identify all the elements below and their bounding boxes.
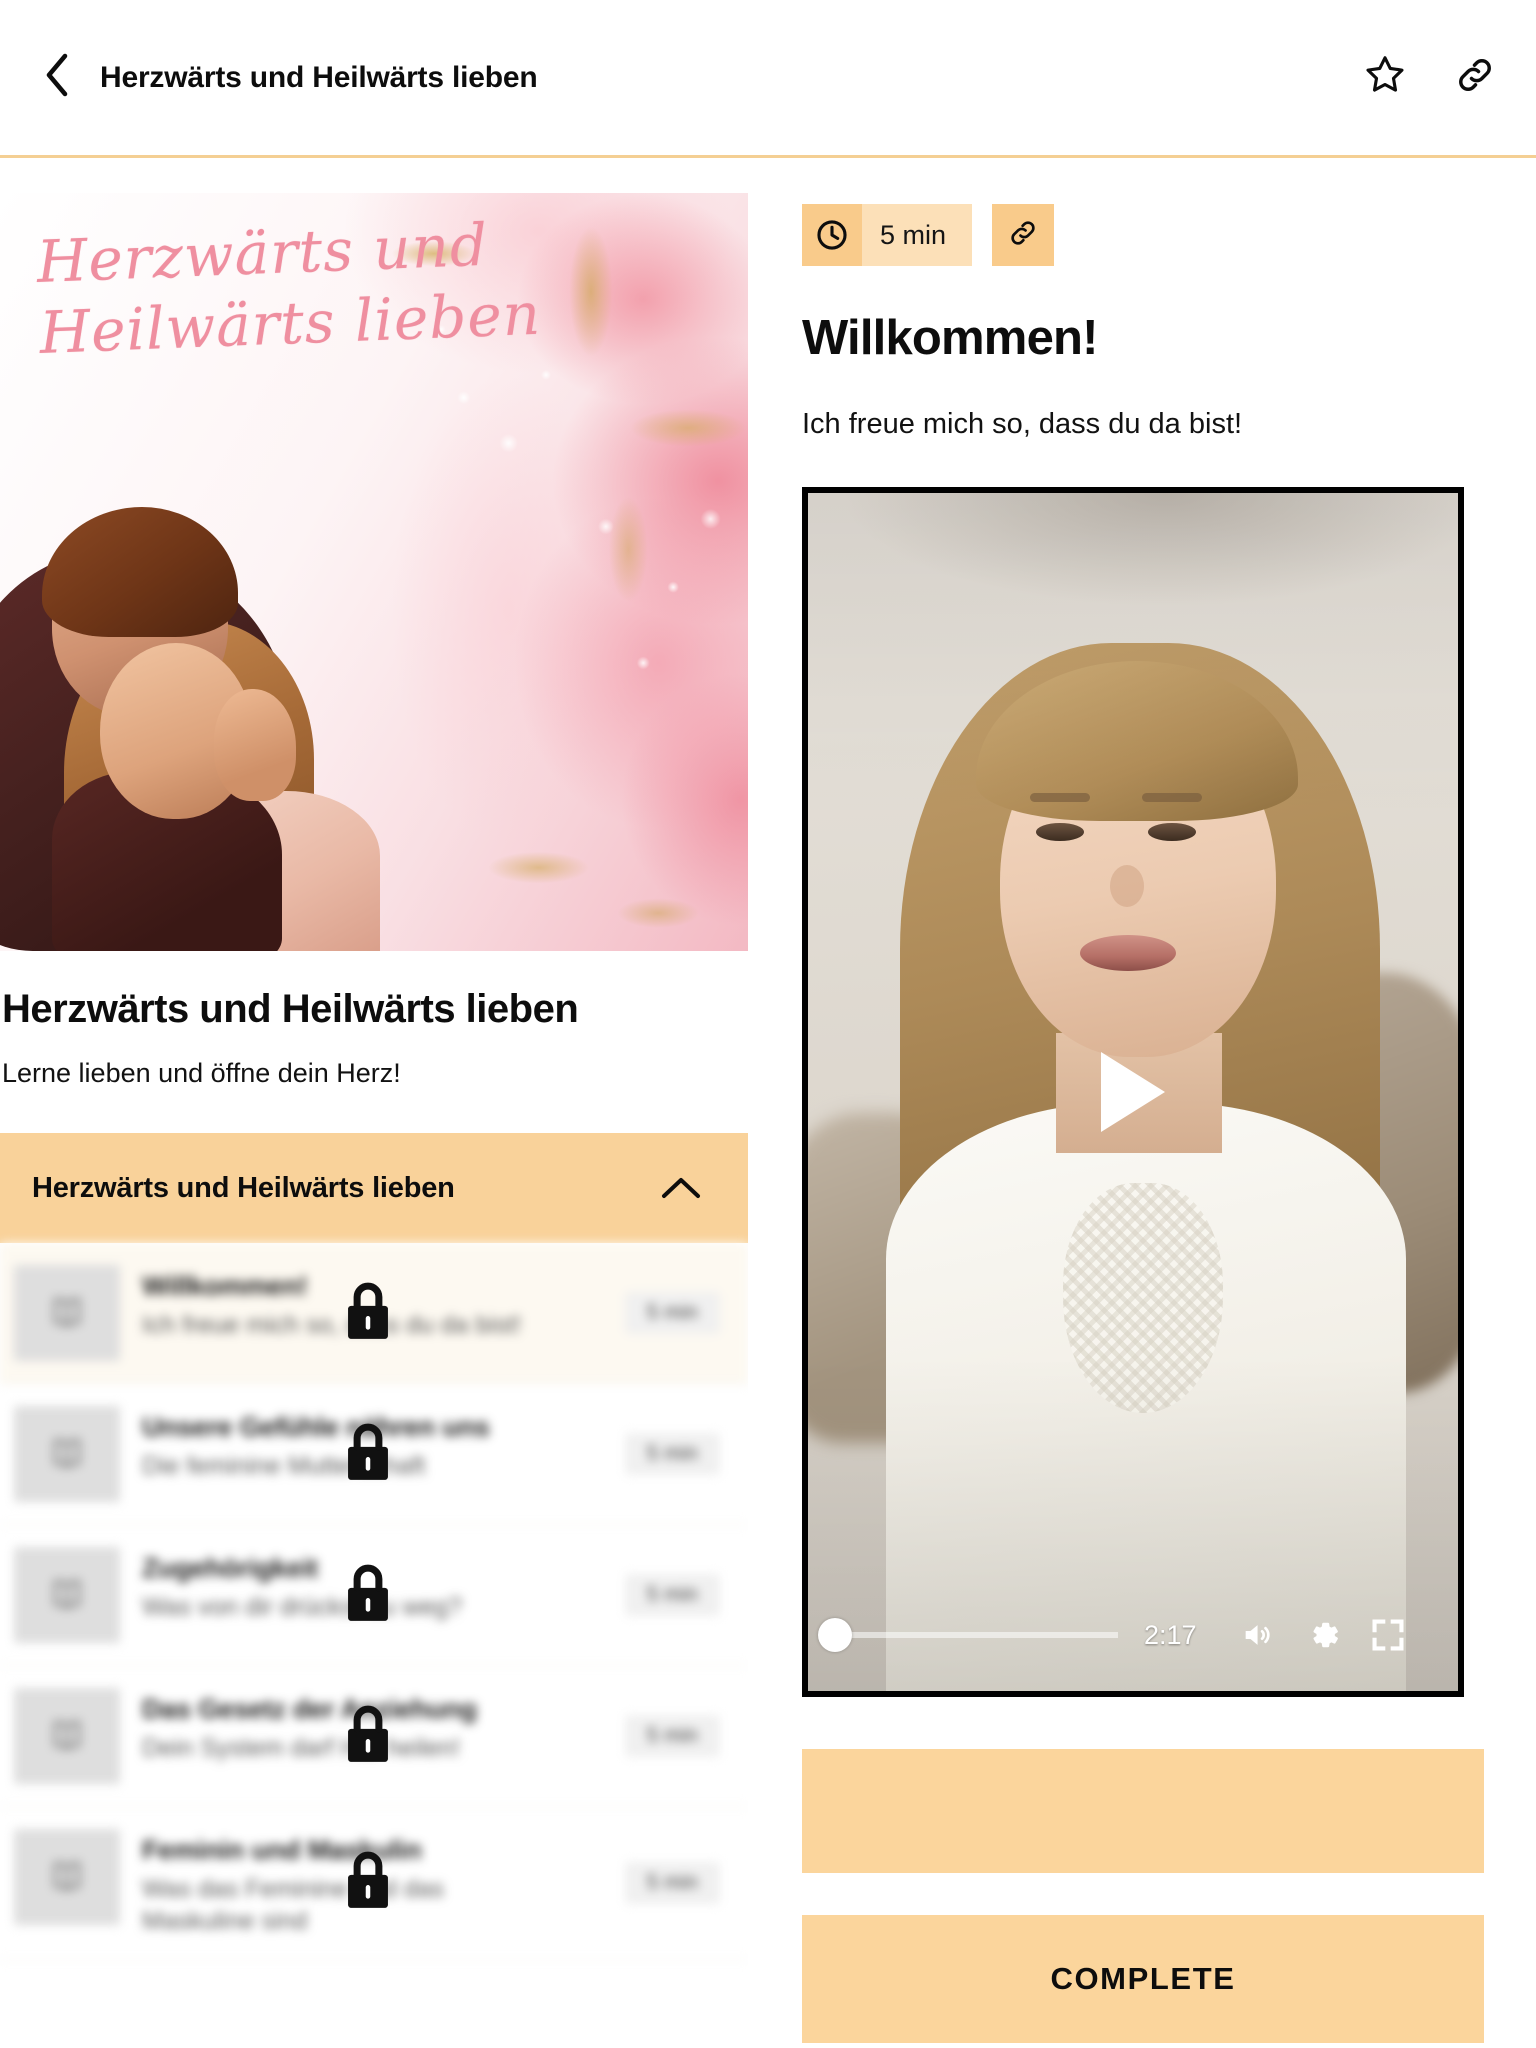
lesson-share-button[interactable] (992, 204, 1055, 266)
video-progress-handle[interactable] (818, 1618, 852, 1652)
course-sidebar: Herzwärts und Heilwärts lieben Herzwärts… (0, 158, 748, 2048)
volume-icon[interactable] (1237, 1618, 1277, 1652)
book-icon (14, 1406, 120, 1503)
photo-hand (214, 689, 296, 801)
back-button[interactable] (34, 53, 80, 102)
chevron-left-icon (42, 53, 72, 102)
book-icon (14, 1829, 120, 1926)
cover-script-text: Herzwärts und Heilwärts lieben (35, 207, 560, 368)
page-title: Herzwärts und Heilwärts lieben (100, 60, 538, 94)
lesson-intro-text: Ich freue mich so, dass du da bist! (802, 408, 1243, 440)
content-area: Herzwärts und Heilwärts lieben Herzwärts… (0, 158, 1536, 2048)
top-bar-actions (1362, 55, 1498, 101)
chevron-up-icon[interactable] (660, 1175, 702, 1201)
lesson-meta-row: 5 min (802, 204, 1484, 266)
video-controls: 2:17 (808, 1603, 1458, 1667)
lock-icon (340, 1700, 396, 1773)
section-accordion-label: Herzwärts und Heilwärts lieben (32, 1171, 455, 1204)
lesson-item-duration: 5 min (624, 1574, 720, 1617)
course-title: Herzwärts und Heilwärts lieben (2, 987, 579, 1031)
book-icon (14, 1265, 120, 1362)
lesson-list: Willkommen! Ich freue mich so, dass du da… (0, 1243, 748, 1960)
photo-man-hair (42, 507, 238, 637)
lesson-item-duration: 5 min (624, 1433, 720, 1476)
secondary-action-bar[interactable] (802, 1749, 1484, 1873)
fullscreen-icon[interactable] (1369, 1616, 1407, 1654)
link-icon (1007, 217, 1039, 254)
lesson-heading: Willkommen! (802, 311, 1098, 365)
lock-icon (340, 1277, 396, 1350)
cover-couple-photo (0, 481, 400, 951)
video-time-label: 2:17 (1144, 1619, 1197, 1650)
complete-button[interactable]: COMPLETE (802, 1915, 1484, 2043)
lock-icon (340, 1559, 396, 1632)
top-app-bar: Herzwärts und Heilwärts lieben (0, 0, 1536, 158)
share-link-button[interactable] (1452, 55, 1498, 101)
lesson-item-duration: 5 min (624, 1862, 720, 1905)
book-icon (14, 1688, 120, 1785)
book-icon (14, 1547, 120, 1644)
course-subtitle: Lerne lieben und öffne dein Herz! (2, 1058, 401, 1088)
section-accordion-header[interactable]: Herzwärts und Heilwärts lieben (0, 1133, 748, 1244)
play-icon[interactable] (1101, 1052, 1165, 1132)
favorite-button[interactable] (1362, 55, 1408, 101)
course-cover-image: Herzwärts und Heilwärts lieben (0, 193, 748, 951)
lock-icon (340, 1418, 396, 1491)
video-progress-bar[interactable] (818, 1618, 1118, 1652)
lesson-detail-panel: 5 min Willkommen! Ich freue mich so, das… (748, 158, 1536, 2048)
lock-icon (340, 1847, 396, 1920)
lesson-item-duration: 5 min (624, 1292, 720, 1335)
lesson-duration-text: 5 min (862, 204, 973, 266)
star-icon (1363, 53, 1407, 102)
link-icon (1453, 53, 1497, 102)
clock-icon (802, 204, 862, 266)
lesson-duration-badge: 5 min (802, 204, 973, 266)
gear-icon[interactable] (1303, 1615, 1343, 1655)
video-player[interactable]: 2:17 (802, 487, 1464, 1697)
lesson-item-duration: 5 min (624, 1715, 720, 1758)
